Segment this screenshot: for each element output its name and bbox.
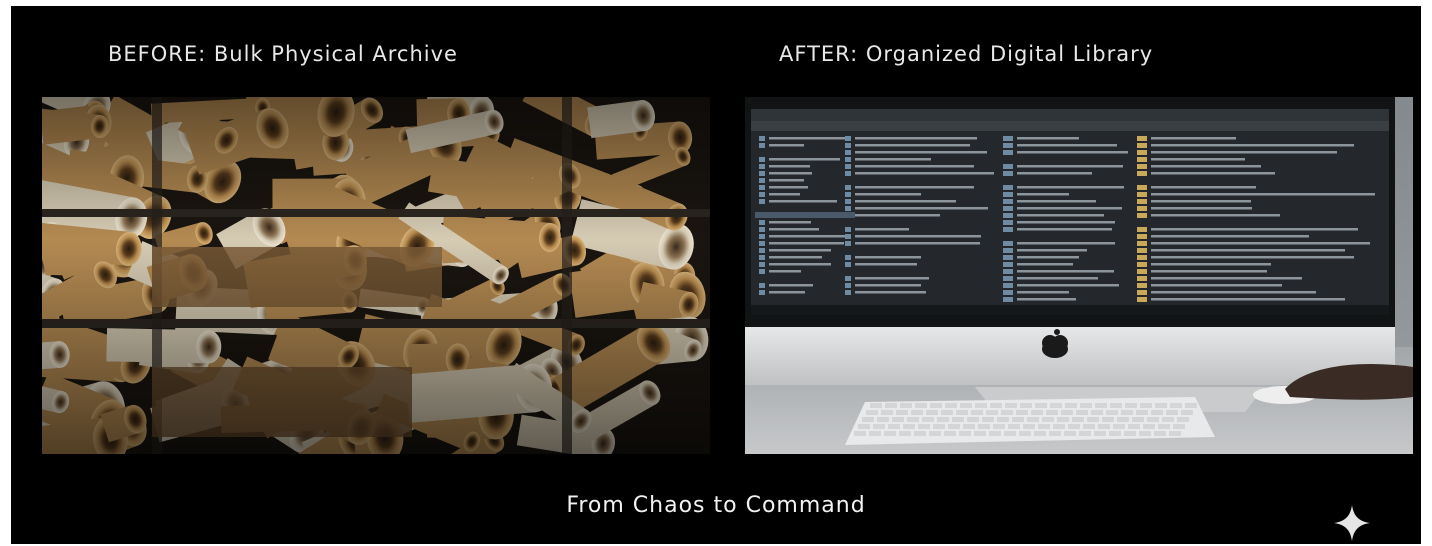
after-heading: AFTER: Organized Digital Library <box>779 42 1154 66</box>
archive-rolls-illustration <box>42 97 710 454</box>
sparkle-icon <box>1334 505 1370 541</box>
tagline: From Chaos to Command <box>566 493 866 518</box>
computer-workstation-illustration <box>745 97 1413 454</box>
before-heading: BEFORE: Bulk Physical Archive <box>108 42 458 66</box>
after-digital-library-photo <box>745 97 1413 454</box>
before-archive-photo <box>42 97 710 454</box>
